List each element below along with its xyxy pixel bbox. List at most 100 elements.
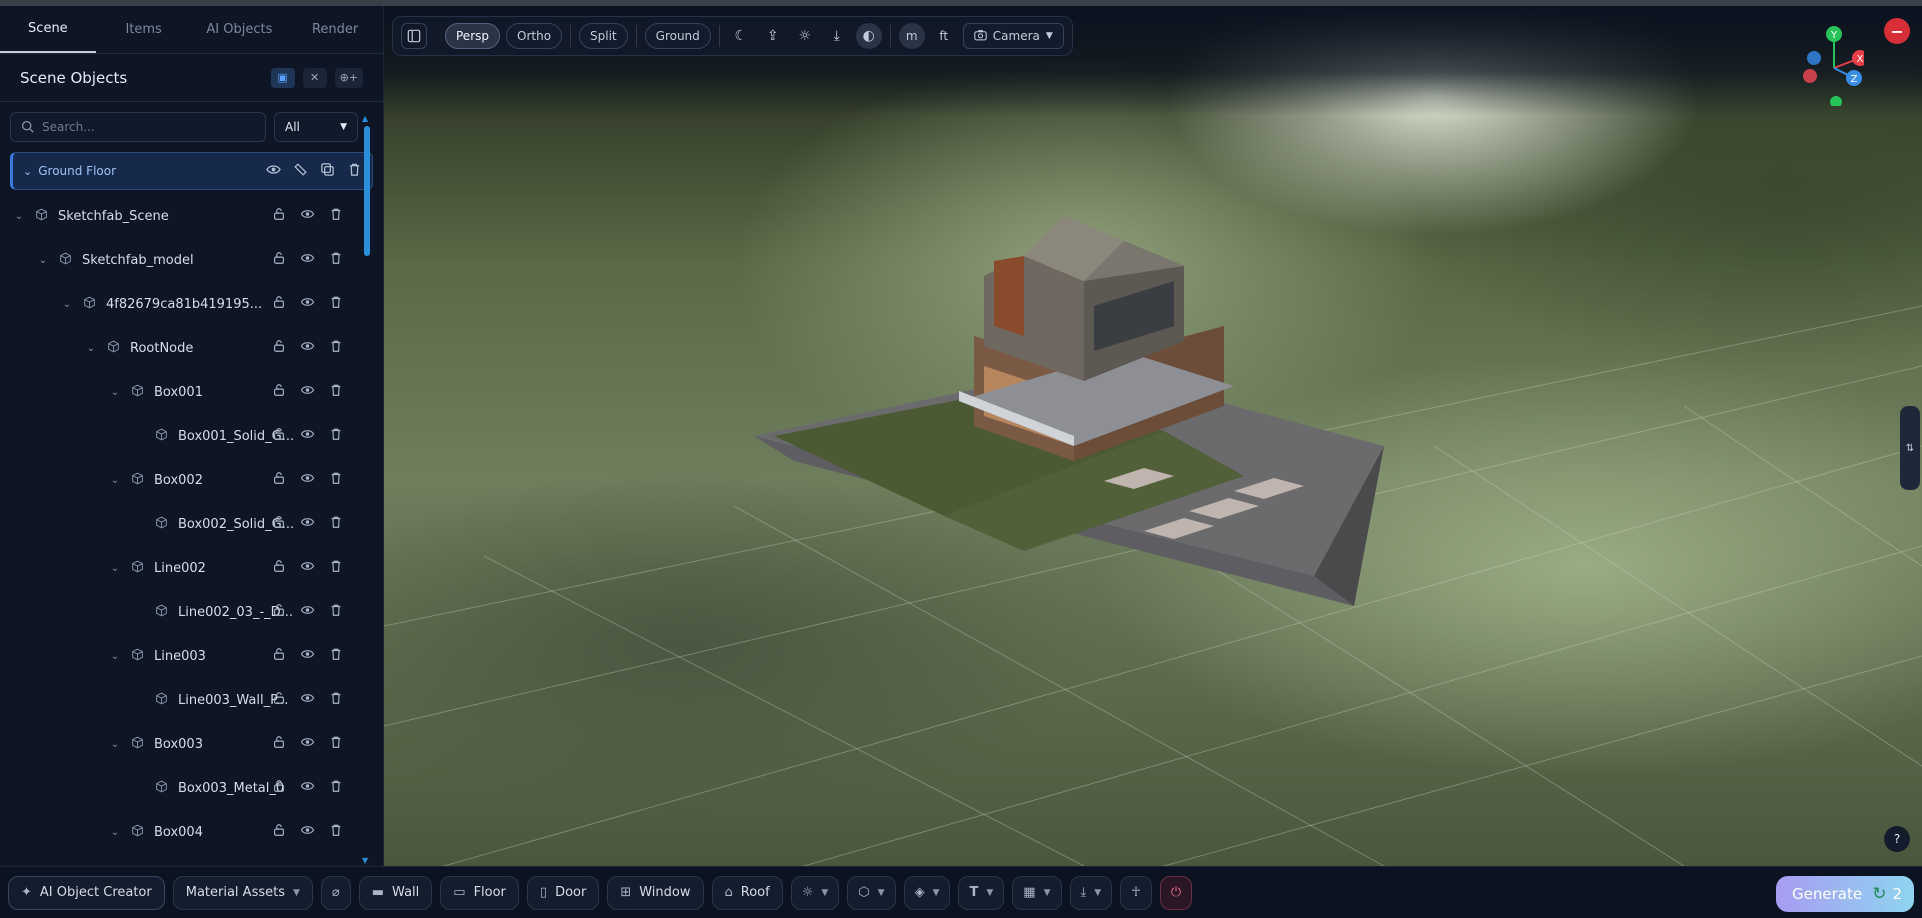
tree-row[interactable]: ⌄ Sketchfab_model (0, 238, 383, 282)
ai-object-creator-button[interactable]: ✦ AI Object Creator (8, 875, 165, 910)
scrollbar-thumb[interactable] (364, 126, 370, 256)
paint-dropdown[interactable]: ◈ ▼ (903, 875, 951, 910)
tree-row[interactable]: Line002_03_-_D... (0, 590, 383, 634)
unlock-icon[interactable] (272, 339, 286, 357)
eye-icon[interactable] (300, 647, 315, 665)
chevron-down-icon[interactable]: ⌄ (108, 739, 122, 750)
trash-icon[interactable] (329, 295, 343, 313)
chevron-down-icon[interactable]: ⌄ (108, 387, 122, 398)
upload-icon[interactable]: ⇪ (760, 23, 786, 49)
chevron-down-icon[interactable]: ⌄ (36, 255, 50, 266)
trash-icon[interactable] (329, 515, 343, 533)
window-button[interactable]: ⊞ Window (607, 875, 704, 910)
unlock-icon[interactable] (272, 559, 286, 577)
eye-icon[interactable] (266, 162, 281, 181)
trash-icon[interactable] (329, 603, 343, 621)
toggle-panel-icon[interactable] (401, 23, 427, 49)
trash-icon[interactable] (329, 735, 343, 753)
chevron-down-icon[interactable]: ⌄ (108, 651, 122, 662)
unlock-icon[interactable] (272, 427, 286, 445)
trash-icon[interactable] (347, 162, 362, 181)
objects-dropdown[interactable]: ⬡ ▼ (847, 875, 896, 910)
record-button[interactable]: ⏻ (1159, 875, 1193, 910)
ground-button[interactable]: Ground (644, 23, 711, 49)
chevron-down-icon[interactable]: ⌄ (12, 211, 26, 222)
split-button[interactable]: Split (579, 23, 628, 49)
download-icon[interactable]: ⤓ (824, 23, 850, 49)
eye-icon[interactable] (300, 251, 315, 269)
eye-icon[interactable] (300, 295, 315, 313)
trash-icon[interactable] (329, 251, 343, 269)
ortho-button[interactable]: Ortho (506, 23, 563, 49)
tree-row[interactable]: ⌄ 4f82679ca81b419195... (0, 282, 383, 326)
axis-gizmo[interactable]: Y X Z (1774, 16, 1864, 106)
trash-icon[interactable] (329, 779, 343, 797)
lighting-dropdown[interactable]: ☼ ▼ (790, 875, 840, 910)
search-input[interactable] (42, 120, 242, 134)
scroll-down-icon[interactable]: ▼ (362, 856, 368, 865)
trash-icon[interactable] (329, 383, 343, 401)
eye-icon[interactable] (300, 559, 315, 577)
scroll-up-icon[interactable]: ▲ (362, 114, 368, 123)
trash-icon[interactable] (329, 471, 343, 489)
material-assets-button[interactable]: Material Assets ▼ (172, 875, 313, 910)
tree-row[interactable]: ⌄ Box001 (0, 370, 383, 414)
eye-icon[interactable] (300, 735, 315, 753)
tree-row[interactable]: ⌄ Box004 (0, 810, 383, 854)
chevron-down-icon[interactable]: ⌄ (60, 299, 74, 310)
chevron-down-icon[interactable]: ⌄ (108, 475, 122, 486)
close-icon[interactable]: − (1884, 18, 1910, 44)
tab-ai-objects[interactable]: AI Objects (192, 6, 288, 53)
trash-icon[interactable] (329, 559, 343, 577)
sun-icon[interactable]: ☼ (792, 23, 818, 49)
walk-mode-button[interactable]: ☥ (1120, 875, 1152, 910)
eye-icon[interactable] (300, 383, 315, 401)
trash-icon[interactable] (329, 823, 343, 841)
unlock-icon[interactable] (272, 207, 286, 225)
eye-icon[interactable] (300, 515, 315, 533)
camera-dropdown[interactable]: Camera ▼ (962, 23, 1064, 49)
unlock-icon[interactable] (272, 295, 286, 313)
tab-scene[interactable]: Scene (0, 6, 96, 53)
scene-tree-scrollbar[interactable]: ▲ ▼ (362, 114, 370, 866)
eye-icon[interactable] (300, 691, 315, 709)
help-button[interactable]: ? (1884, 826, 1910, 852)
unit-feet-button[interactable]: ft (931, 23, 957, 49)
3d-viewport[interactable]: Persp Ortho Split Ground ☾ ⇪ ☼ ⤓ ◐ m ft … (384, 6, 1922, 866)
tree-row[interactable]: Box003_Metal_0 (0, 766, 383, 810)
grid-dropdown[interactable]: ▦ ▼ (1012, 875, 1062, 910)
tree-row[interactable]: Line003_Wall_P... (0, 678, 383, 722)
eye-icon[interactable] (300, 823, 315, 841)
side-panel-handle[interactable]: ⇅ (1900, 406, 1920, 490)
unlock-icon[interactable] (272, 735, 286, 753)
measure-icon[interactable] (293, 162, 308, 181)
tree-row[interactable]: ⌄ Box003 (0, 722, 383, 766)
door-button[interactable]: ▯ Door (526, 875, 600, 910)
unlock-icon[interactable] (272, 647, 286, 665)
trash-icon[interactable] (329, 339, 343, 357)
night-mode-icon[interactable]: ◐ (855, 23, 882, 49)
unlock-icon[interactable] (272, 251, 286, 269)
eye-icon[interactable] (300, 779, 315, 797)
tree-row[interactable]: Box001_Solid_G... (0, 414, 383, 458)
tab-items[interactable]: Items (96, 6, 192, 53)
add-layer-icon[interactable]: ⊕+ (334, 67, 363, 88)
trash-icon[interactable] (329, 691, 343, 709)
text-dropdown[interactable]: T ▼ (958, 875, 1005, 910)
tree-row[interactable]: ⌄ Box002 (0, 458, 383, 502)
unit-meters-button[interactable]: m (898, 23, 925, 49)
eye-icon[interactable] (300, 427, 315, 445)
eye-icon[interactable] (300, 603, 315, 621)
trash-icon[interactable] (329, 427, 343, 445)
eye-icon[interactable] (300, 207, 315, 225)
floor-button[interactable]: ▭ Floor (440, 875, 519, 910)
tree-row[interactable]: ⌄ Line003 (0, 634, 383, 678)
tree-row[interactable]: ⌄ Line002 (0, 546, 383, 590)
tab-render[interactable]: Render (287, 6, 383, 53)
tree-row[interactable]: Box002_Solid_G... (0, 502, 383, 546)
generate-button[interactable]: Generate ↻ 2 (1776, 876, 1914, 912)
tree-row[interactable]: ⌄ RootNode (0, 326, 383, 370)
unlock-icon[interactable] (272, 779, 286, 797)
roof-button[interactable]: ⌂ Roof (711, 875, 783, 910)
export-dropdown[interactable]: ⤓ ▼ (1069, 875, 1113, 910)
